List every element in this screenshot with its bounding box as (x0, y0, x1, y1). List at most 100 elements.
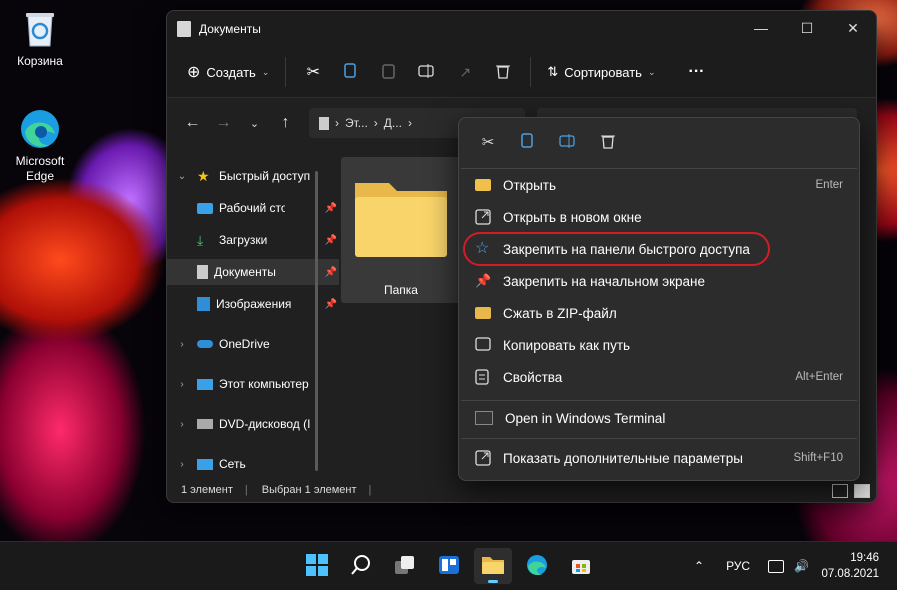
desktop-icon-edge[interactable]: Microsoft Edge (5, 108, 75, 184)
recent-locations-button[interactable]: ⌄ (239, 108, 270, 138)
status-divider: | (368, 484, 372, 496)
chevron-down-icon: ⌄ (647, 66, 656, 77)
sidebar-item-dvd-drive[interactable]: › DVD-дисковод (I (167, 411, 317, 437)
menu-divider (461, 438, 857, 439)
share-button[interactable]: ↗ (446, 55, 484, 89)
sidebar-item-this-pc[interactable]: › Этот компьютер (167, 371, 317, 397)
menu-item-shortcut: Enter (815, 179, 844, 191)
sidebar-item-onedrive[interactable]: › OneDrive (167, 331, 317, 357)
language-indicator[interactable]: РУС (726, 559, 750, 573)
window-title: Документы (199, 22, 261, 36)
start-button[interactable] (298, 548, 336, 584)
menu-item-properties[interactable]: Свойства Alt+Enter (463, 362, 855, 392)
close-button[interactable]: ✕ (830, 11, 876, 45)
chevron-up-icon[interactable]: ⌃ (694, 559, 704, 573)
delete-button[interactable] (484, 55, 522, 89)
cut-button[interactable]: ✂ (294, 55, 332, 89)
folder-item[interactable]: Папка (341, 157, 461, 303)
menu-item-windows-terminal[interactable]: Open in Windows Terminal (463, 403, 855, 433)
menu-item-open-new-window[interactable]: Открыть в новом окне (463, 202, 855, 232)
clock[interactable]: 19:46 07.08.2021 (821, 550, 879, 582)
delete-button[interactable] (589, 128, 627, 156)
search-icon (350, 554, 372, 579)
recycle-bin-icon (19, 8, 61, 50)
sidebar-item-quick-access[interactable]: ⌄ ★ Быстрый доступ (167, 163, 317, 189)
large-icons-view-icon[interactable] (854, 484, 870, 498)
up-button[interactable]: ↑ (270, 108, 301, 138)
zip-icon (475, 307, 491, 319)
breadcrumb-separator: › (373, 116, 378, 130)
chevron-down-icon[interactable]: ⌄ (175, 171, 189, 182)
task-view-button[interactable] (386, 548, 424, 584)
dvd-drive-icon (197, 419, 213, 429)
minimize-button[interactable]: — (738, 11, 784, 45)
menu-item-pin-start[interactable]: 📌 Закрепить на начальном экране (463, 266, 855, 296)
network-icon[interactable] (768, 559, 785, 573)
sidebar-item-documents[interactable]: Документы 📌 (167, 259, 339, 285)
chevron-right-icon[interactable]: › (175, 379, 189, 390)
store-taskbar-button[interactable] (562, 548, 600, 584)
menu-item-open[interactable]: Открыть Enter (463, 170, 855, 200)
scissors-icon: ✂ (306, 64, 321, 81)
share-icon: ↗ (459, 63, 472, 80)
forward-button[interactable]: → (208, 108, 239, 138)
details-view-icon[interactable] (832, 484, 848, 498)
copy-button[interactable] (509, 128, 547, 156)
volume-icon[interactable]: 🔊 (794, 559, 809, 573)
document-icon (197, 265, 208, 279)
desktop-icon-recycle-bin[interactable]: Корзина (5, 8, 75, 69)
item-count: 1 элемент (181, 484, 233, 496)
sidebar-item-downloads[interactable]: ⤓ Загрузки 📌 (167, 227, 339, 253)
copy-icon (521, 132, 535, 152)
sidebar-item-desktop[interactable]: Рабочий стол 📌 (167, 195, 339, 221)
sidebar-item-network[interactable]: › Сеть (167, 451, 317, 477)
context-menu-quick-actions: ✂ (469, 128, 627, 156)
terminal-icon (475, 411, 493, 425)
chevron-right-icon[interactable]: › (175, 339, 189, 350)
title-bar[interactable]: Документы — ☐ ✕ (167, 11, 876, 47)
menu-item-more-options[interactable]: Показать дополнительные параметры Shift+… (463, 443, 855, 473)
window-controls: — ☐ ✕ (738, 11, 876, 45)
edge-taskbar-button[interactable] (518, 548, 556, 584)
toolbar-divider (285, 57, 287, 87)
chevron-down-icon: ⌄ (261, 66, 270, 77)
cut-button[interactable]: ✂ (469, 128, 507, 156)
picture-icon (197, 297, 210, 311)
sort-button[interactable]: ⇅ Сортировать ⌄ (539, 55, 663, 89)
menu-divider (461, 168, 857, 169)
back-button[interactable]: ← (177, 108, 208, 138)
search-button[interactable] (342, 548, 380, 584)
create-button[interactable]: ⊕ Создать ⌄ (179, 55, 277, 89)
paste-button[interactable] (370, 55, 408, 89)
file-explorer-taskbar-button[interactable] (474, 548, 512, 584)
breadcrumb-documents[interactable]: Д... (384, 116, 402, 130)
breadcrumb-this-pc[interactable]: Эт... (345, 116, 368, 130)
menu-item-zip[interactable]: Сжать в ZIP-файл (463, 298, 855, 328)
sidebar-item-label: Быстрый доступ (219, 169, 311, 183)
rename-icon (559, 133, 577, 151)
maximize-button[interactable]: ☐ (784, 11, 830, 45)
cloud-icon (197, 340, 213, 348)
sort-icon: ⇅ (547, 64, 559, 79)
more-button[interactable]: ··· (680, 55, 712, 89)
widgets-button[interactable] (430, 548, 468, 584)
menu-item-copy-path[interactable]: Копировать как путь (463, 330, 855, 360)
selection-count: Выбран 1 элемент (261, 484, 357, 496)
paste-icon (382, 63, 396, 82)
computer-icon (197, 378, 213, 390)
chevron-right-icon[interactable]: › (175, 419, 189, 430)
rename-button[interactable] (408, 55, 446, 89)
chevron-right-icon[interactable]: › (175, 459, 189, 470)
desktop-icon-label: Microsoft Edge (15, 154, 65, 183)
windows-logo-icon (306, 553, 328, 579)
rename-button[interactable] (549, 128, 587, 156)
copy-path-icon (475, 337, 491, 353)
copy-button[interactable] (332, 55, 370, 89)
trash-icon (601, 133, 615, 152)
breadcrumb-separator: › (335, 116, 339, 130)
sidebar-item-pictures[interactable]: Изображения 📌 (167, 291, 339, 317)
more-icon: ··· (688, 63, 705, 80)
sidebar-item-label: OneDrive (219, 337, 270, 351)
sidebar-scrollbar[interactable] (315, 171, 318, 471)
create-label: Создать (206, 64, 256, 80)
